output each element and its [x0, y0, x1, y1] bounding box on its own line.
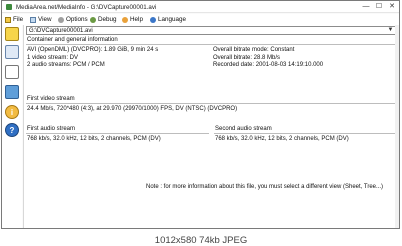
audio2-section: Second audio stream 768 kb/s, 32.0 kHz, … — [214, 126, 396, 148]
audio2-header-label: Second audio stream — [215, 126, 272, 132]
menu-file-label: File — [13, 16, 24, 23]
maximize-button[interactable]: ☐ — [373, 2, 385, 12]
menu-options-label: Options — [66, 16, 88, 23]
info-icon[interactable]: i — [5, 105, 19, 119]
video-section: First video stream 24.4 Mb/s, 720*480 (4… — [26, 96, 396, 118]
menu-debug[interactable]: Debug — [90, 15, 117, 24]
general-container-line: AVI (OpenDML) (DVCPRO): 1.89 GiB, 9 min … — [27, 47, 159, 53]
menu-help-label: Help — [130, 16, 143, 23]
menu-view-label: View — [38, 16, 52, 23]
general-recorded-date-line: Recorded date: 2001-08-03 14:19:10.000 — [213, 62, 324, 69]
general-left-column: AVI (OpenDML) (DVCPRO): 1.89 GiB, 9 min … — [27, 47, 158, 70]
audio1-details: 768 kb/s, 32.0 kHz, 12 bits, 2 channels,… — [27, 136, 161, 144]
view-note: Note : for more information about this f… — [146, 184, 383, 190]
general-header: Container and general information — [26, 37, 396, 45]
help-icon — [122, 16, 128, 23]
image-caption: 1012x580 74kb JPEG — [154, 235, 248, 246]
general-right-column: Overall bitrate mode: Constant Overall b… — [213, 47, 323, 70]
menu-debug-label: Debug — [98, 16, 117, 23]
audio1-header-label: First audio stream — [27, 126, 76, 132]
menu-bar: File View Options Debug Help Language — [2, 14, 399, 25]
mediainfo-window: MediaArea.net/MediaInfo - G:\DVCapture00… — [1, 0, 400, 229]
general-bitrate-mode-line: Overall bitrate mode: Constant — [213, 47, 295, 53]
menu-options[interactable]: Options — [58, 15, 88, 24]
debug-icon — [90, 16, 96, 23]
vertical-scrollbar[interactable] — [395, 25, 399, 228]
audio2-details: 768 kb/s, 32.0 kHz, 12 bits, 2 channels,… — [215, 136, 349, 144]
audio2-header: Second audio stream — [214, 126, 396, 134]
chevron-down-icon[interactable]: ▼ — [387, 27, 394, 34]
open-file-icon[interactable] — [5, 27, 19, 41]
view-icon — [30, 16, 36, 23]
close-button[interactable]: ✕ — [386, 2, 398, 12]
video-header: First video stream — [26, 96, 396, 104]
general-audio-count-line: 2 audio streams: PCM / PCM — [27, 62, 105, 69]
menu-language-label: Language — [158, 16, 187, 23]
video-details: 24.4 Mb/s, 720*480 (4:3), at 29.970 (299… — [27, 106, 237, 114]
menu-help[interactable]: Help — [122, 15, 143, 24]
basic-view-panel: G:\DVCapture00001.avi ▼ Container and ge… — [23, 25, 399, 228]
export-icon[interactable] — [5, 85, 19, 99]
video-header-label: First video stream — [27, 96, 75, 102]
window-title: MediaArea.net/MediaInfo - G:\DVCapture00… — [16, 4, 157, 11]
folder-icon — [5, 16, 11, 23]
title-bar: MediaArea.net/MediaInfo - G:\DVCapture00… — [2, 1, 399, 13]
image-caption-bar: 1012x580 74kb JPEG — [0, 229, 402, 246]
audio1-line: 768 kb/s, 32.0 kHz, 12 bits, 2 channels,… — [27, 136, 161, 142]
video-line: 24.4 Mb/s, 720*480 (4:3), at 29.970 (299… — [27, 106, 238, 112]
view-toolbar: i ? — [2, 25, 22, 228]
general-header-label: Container and general information — [27, 37, 118, 43]
general-section: Container and general information AVI (O… — [26, 37, 396, 85]
audio2-line: 768 kb/s, 32.0 kHz, 12 bits, 2 channels,… — [215, 136, 349, 142]
about-icon[interactable]: ? — [5, 123, 19, 137]
menu-language[interactable]: Language — [150, 15, 186, 24]
minimize-button[interactable]: — — [360, 2, 372, 12]
globe-icon — [150, 16, 156, 23]
general-video-count-line: 1 video stream: DV — [27, 54, 79, 61]
stage: MediaArea.net/MediaInfo - G:\DVCapture00… — [0, 0, 402, 246]
general-bitrate-line: Overall bitrate: 28.8 Mb/s — [213, 54, 281, 61]
open-folder-icon[interactable] — [5, 45, 19, 59]
menu-view[interactable]: View — [30, 15, 52, 24]
file-select-dropdown[interactable]: G:\DVCapture00001.avi ▼ — [26, 26, 396, 35]
options-icon — [58, 16, 64, 23]
audio1-header: First audio stream — [26, 126, 209, 134]
sheet-view-icon[interactable] — [5, 65, 19, 79]
file-select-value: G:\DVCapture00001.avi — [29, 28, 93, 34]
app-icon — [6, 4, 12, 10]
audio1-section: First audio stream 768 kb/s, 32.0 kHz, 1… — [26, 126, 209, 148]
menu-file[interactable]: File — [5, 15, 23, 24]
